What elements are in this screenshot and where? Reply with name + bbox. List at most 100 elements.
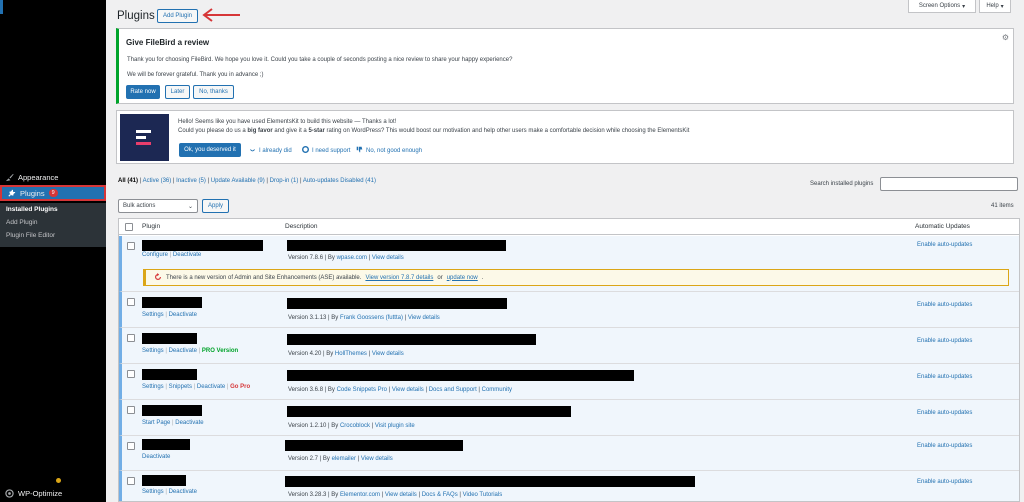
- column-header-plugin[interactable]: Plugin: [142, 223, 160, 230]
- deactivate-link[interactable]: Deactivate: [169, 312, 197, 318]
- enable-auto-updates-link[interactable]: Enable auto-updates: [917, 302, 972, 308]
- author-link[interactable]: Crocoblock: [340, 423, 370, 429]
- row-checkbox[interactable]: [127, 370, 135, 378]
- apply-button[interactable]: Apply: [202, 199, 229, 213]
- screen-options-button[interactable]: Screen Options ▾: [908, 0, 976, 13]
- author-link[interactable]: wpase.com: [337, 255, 367, 261]
- pro-version-link[interactable]: PRO Version: [202, 348, 238, 354]
- row-checkbox[interactable]: [127, 406, 135, 414]
- not-good-enough-link[interactable]: No, not good enough: [356, 146, 422, 155]
- submenu-plugin-file-editor[interactable]: Plugin File Editor: [0, 229, 106, 242]
- author-link[interactable]: Code Snippets Pro: [337, 387, 387, 393]
- row-checkbox[interactable]: [127, 242, 135, 250]
- enable-auto-updates-link[interactable]: Enable auto-updates: [917, 479, 972, 485]
- configure-link[interactable]: Configure: [142, 252, 168, 258]
- go-pro-link[interactable]: Go Pro: [230, 384, 250, 390]
- view-details-link[interactable]: View details: [385, 492, 417, 498]
- filter-label: Update Available: [210, 178, 256, 184]
- need-support-link[interactable]: I need support: [302, 146, 350, 155]
- notice-text: Could you please do us a big favor and g…: [178, 128, 689, 134]
- redacted-plugin-name: [142, 333, 197, 344]
- already-did-link[interactable]: I already did: [249, 146, 292, 155]
- filter-drop-in[interactable]: Drop-in (1): [270, 178, 299, 184]
- ok-deserved-it-button[interactable]: Ok, you deserved it: [179, 143, 241, 157]
- filter-count: (9): [257, 178, 265, 184]
- enable-auto-updates-link[interactable]: Enable auto-updates: [917, 338, 972, 344]
- plugin-version: Version 2.7: [288, 456, 319, 462]
- update-now-link[interactable]: update now: [447, 275, 478, 281]
- main-content: Plugins Add Plugin Screen Options ▾ Help…: [106, 0, 1024, 502]
- docs-faqs-link[interactable]: Docs & FAQs: [422, 492, 458, 498]
- view-details-link[interactable]: View details: [372, 351, 404, 357]
- video-tutorials-link[interactable]: Video Tutorials: [463, 492, 503, 498]
- deactivate-link[interactable]: Deactivate: [169, 348, 197, 354]
- plugin-meta: Version 1.2.10 | By Crocoblock | Visit p…: [288, 423, 415, 429]
- row-checkbox[interactable]: [127, 334, 135, 342]
- author-link[interactable]: elemailer: [332, 456, 356, 462]
- notice-text: Hello! Seems like you have used Elements…: [178, 119, 397, 125]
- deactivate-link[interactable]: Deactivate: [175, 420, 203, 426]
- filter-inactive[interactable]: Inactive (5): [176, 178, 206, 184]
- submenu-installed-plugins[interactable]: Installed Plugins: [0, 203, 106, 216]
- settings-link[interactable]: Settings: [142, 348, 164, 354]
- notice-text-part: Could you please do us a: [178, 128, 248, 134]
- sidebar-item-plugins[interactable]: Plugins 9: [0, 185, 112, 201]
- deactivate-link[interactable]: Deactivate: [142, 454, 170, 460]
- notice-text: Thank you for choosing FileBird. We hope…: [127, 57, 513, 63]
- enable-auto-updates-link[interactable]: Enable auto-updates: [917, 242, 972, 248]
- view-details-link[interactable]: View details: [361, 456, 393, 462]
- help-button[interactable]: Help ▾: [979, 0, 1011, 13]
- view-details-link[interactable]: View details: [408, 315, 440, 321]
- docs-support-link[interactable]: Docs and Support: [429, 387, 477, 393]
- sidebar-item-appearance[interactable]: Appearance: [0, 170, 106, 184]
- notice-text-part: rating on WordPress? This would boost ou…: [324, 128, 690, 134]
- caret-down-icon: ▾: [962, 3, 966, 10]
- snippets-link[interactable]: Snippets: [169, 384, 192, 390]
- filter-label: Auto-updates Disabled: [302, 178, 364, 184]
- view-details-link[interactable]: View details: [392, 387, 424, 393]
- select-all-checkbox[interactable]: [125, 223, 133, 231]
- author-link[interactable]: Frank Goossens (futtta): [340, 315, 403, 321]
- notice-text: We will be forever grateful. Thank you i…: [127, 72, 264, 78]
- bulk-actions-select[interactable]: Bulk actions ⌄: [118, 199, 198, 213]
- dismiss-gear-icon[interactable]: ⚙: [1002, 33, 1009, 42]
- row-checkbox[interactable]: [127, 477, 135, 485]
- sidebar-item-wp-optimize[interactable]: WP-Optimize: [0, 486, 106, 500]
- plugin-version: Version 3.28.3: [288, 492, 327, 498]
- deactivate-link[interactable]: Deactivate: [197, 384, 225, 390]
- author-link[interactable]: Elementor.com: [340, 492, 380, 498]
- add-plugin-button[interactable]: Add Plugin: [157, 9, 198, 23]
- settings-link[interactable]: Settings: [142, 384, 164, 390]
- settings-link[interactable]: Settings: [142, 489, 164, 495]
- submenu-add-plugin[interactable]: Add Plugin: [0, 216, 106, 229]
- deactivate-link[interactable]: Deactivate: [169, 489, 197, 495]
- enable-auto-updates-link[interactable]: Enable auto-updates: [917, 443, 972, 449]
- view-details-link[interactable]: View details: [372, 255, 404, 261]
- filter-auto-updates-disabled[interactable]: Auto-updates Disabled (41): [303, 178, 376, 184]
- plugin-meta: Version 3.28.3 | By Elementor.com | View…: [288, 492, 503, 498]
- view-version-details-link[interactable]: View version 7.8.7 details: [365, 275, 433, 281]
- row-checkbox[interactable]: [127, 442, 135, 450]
- rate-now-button[interactable]: Rate now: [126, 85, 160, 99]
- row-checkbox[interactable]: [127, 298, 135, 306]
- plugins-table: Plugin Description Automatic Updates Con…: [118, 218, 1020, 502]
- start-page-link[interactable]: Start Page: [142, 420, 170, 426]
- no-thanks-button[interactable]: No, thanks: [193, 85, 234, 99]
- enable-auto-updates-link[interactable]: Enable auto-updates: [917, 410, 972, 416]
- filter-update-available[interactable]: Update Available (9): [211, 178, 265, 184]
- filter-active[interactable]: Active (36): [143, 178, 172, 184]
- plugin-meta: Version 3.1.13 | By Frank Goossens (futt…: [288, 315, 440, 321]
- filter-label: Drop-in: [269, 178, 290, 184]
- wp-optimize-icon: [5, 488, 14, 498]
- later-button[interactable]: Later: [165, 85, 190, 99]
- community-link[interactable]: Community: [482, 387, 512, 393]
- enable-auto-updates-link[interactable]: Enable auto-updates: [917, 374, 972, 380]
- filter-all[interactable]: All (41): [118, 178, 138, 184]
- settings-link[interactable]: Settings: [142, 312, 164, 318]
- author-link[interactable]: HollThemes: [335, 351, 367, 357]
- visit-plugin-site-link[interactable]: Visit plugin site: [375, 423, 415, 429]
- deactivate-link[interactable]: Deactivate: [173, 252, 201, 258]
- search-plugins-input[interactable]: [880, 177, 1018, 191]
- plugin-version: Version 1.2.10: [288, 423, 327, 429]
- redacted-description: [285, 476, 695, 487]
